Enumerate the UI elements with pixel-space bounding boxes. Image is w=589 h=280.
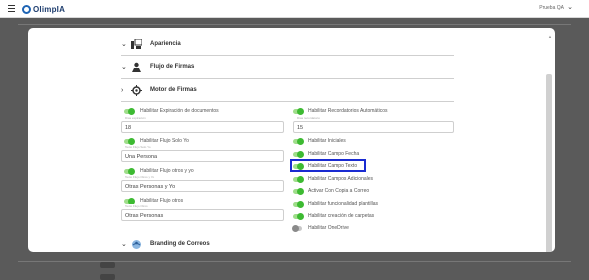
email-branding-icon (130, 238, 142, 250)
field-label: Texto Flujo Otros (124, 204, 149, 208)
user-name[interactable]: Prueba QA (539, 5, 564, 11)
flow-only-me-toggle[interactable] (124, 138, 135, 145)
flow-only-me-label: Habilitar Flujo Solo Yo (140, 138, 189, 144)
brand-logo[interactable]: OlimpIA (22, 3, 65, 15)
focus-highlight-box (290, 159, 366, 172)
section-email-branding[interactable]: ⌄ Branding de Correos (121, 234, 454, 252)
section-divider (121, 55, 454, 56)
section-title: Branding de Correos (150, 241, 210, 247)
hamburger-menu-icon[interactable] (8, 5, 15, 12)
flow-others-and-me-label: Habilitar Flujo otros y yo (140, 168, 194, 174)
flow-others-and-me-text-field[interactable]: Texto Flujo Otros y Yo Otras Personas y … (121, 175, 284, 192)
signature-engine-icon (130, 84, 142, 96)
templates-toggle[interactable] (293, 201, 304, 208)
flow-others-and-me-toggle[interactable] (124, 168, 135, 175)
modal-scrollbar[interactable] (546, 74, 552, 252)
field-label: Texto Flujo Solo Yo (124, 145, 152, 149)
reminder-days-field[interactable]: Días recordatorio 15 (293, 116, 454, 133)
additional-fields-toggle[interactable] (293, 176, 304, 183)
folders-toggle[interactable] (293, 213, 304, 220)
chevron-down-icon[interactable]: ⌄ (121, 63, 128, 71)
section-signature-engine[interactable]: › Motor de Firmas (121, 80, 454, 100)
initials-label: Habilitar Iniciales (308, 138, 346, 144)
expiration-toggle[interactable] (124, 108, 135, 115)
field-value: Otras Personas (125, 213, 164, 219)
flow-only-me-text-field[interactable]: Texto Flujo Solo Yo Una Persona (121, 145, 284, 162)
initials-toggle[interactable] (293, 138, 304, 145)
background-item (100, 262, 115, 268)
brand-name: OlimpIA (33, 4, 66, 14)
field-value: Una Persona (125, 154, 158, 160)
cc-email-toggle[interactable] (293, 188, 304, 195)
onedrive-label: Habilitar OneDrive (308, 225, 349, 231)
section-appearance[interactable]: ⌄ Apariencia (121, 34, 454, 54)
field-value: Otras Personas y Yo (125, 184, 176, 190)
section-divider (121, 101, 454, 102)
date-field-toggle[interactable] (293, 151, 304, 158)
user-menu-chevron-icon[interactable]: ⌄ (567, 3, 573, 11)
background-item (100, 274, 115, 280)
cc-email-label: Activar Con Copia a Correo (308, 188, 370, 194)
section-title: Apariencia (150, 41, 181, 47)
app-bar: OlimpIA Prueba QA ⌄ (0, 0, 589, 18)
field-label: Días recordatorio (296, 116, 322, 120)
appearance-icon (130, 38, 142, 50)
field-label: Días expiración (124, 116, 147, 120)
logo-mark-icon (22, 4, 31, 14)
reminders-label: Habilitar Recordatorios Automáticos (308, 108, 388, 114)
field-label: Texto Flujo Otros y Yo (124, 175, 156, 179)
reminders-toggle[interactable] (293, 108, 304, 115)
expiration-days-field[interactable]: Días expiración 18 (121, 116, 284, 133)
signature-flow-icon (130, 61, 142, 73)
field-value: 15 (297, 125, 304, 131)
expiration-label: Habilitar Expiración de documentos (140, 108, 219, 114)
background-divider (18, 24, 571, 25)
flow-others-text-field[interactable]: Texto Flujo Otros Otras Personas (121, 204, 284, 221)
scroll-up-icon[interactable]: ▲ (548, 34, 552, 39)
templates-label: Habilitar funcionalidad plantillas (308, 201, 379, 207)
onedrive-toggle[interactable] (292, 225, 302, 232)
section-title: Motor de Firmas (150, 87, 197, 93)
chevron-down-icon[interactable]: ⌄ (121, 40, 128, 48)
field-value: 18 (125, 125, 132, 131)
additional-fields-label: Habilitar Campos Adicionales (308, 176, 374, 182)
date-field-label: Habilitar Campo Fecha (308, 151, 360, 157)
chevron-right-icon[interactable]: › (121, 87, 128, 94)
section-title: Flujo de Firmas (150, 64, 195, 70)
folders-label: Habilitar creación de carpetas (308, 213, 375, 219)
section-divider (121, 78, 454, 79)
chevron-down-icon[interactable]: ⌄ (121, 240, 128, 248)
settings-modal: ▲ ⌄ Apariencia ⌄ Flujo de Firmas › Motor… (28, 28, 555, 252)
section-signature-flow[interactable]: ⌄ Flujo de Firmas (121, 57, 454, 77)
